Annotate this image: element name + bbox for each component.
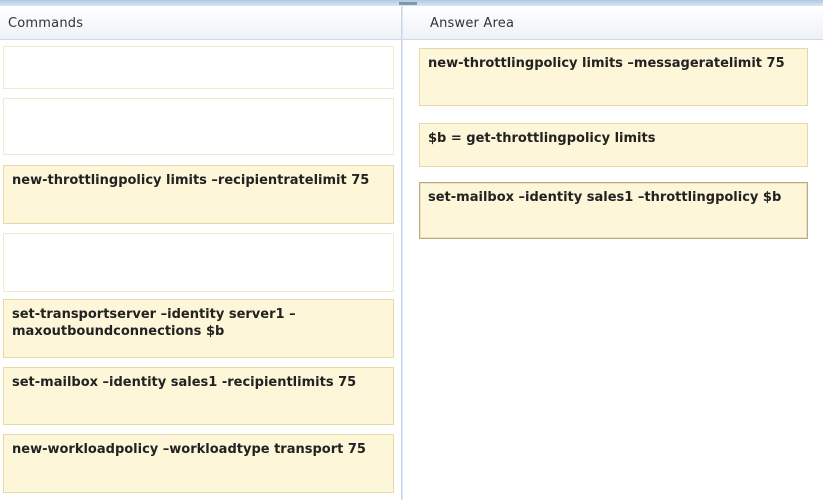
commands-pane-header: Commands — [0, 6, 401, 40]
answer-area-header: Answer Area — [403, 6, 823, 40]
command-slot-empty[interactable] — [3, 46, 394, 89]
command-tile[interactable]: new-throttlingpolicy limits –recipientra… — [3, 165, 394, 224]
command-tile[interactable]: set-transportserver –identity server1 –m… — [3, 299, 394, 358]
command-slot-empty[interactable] — [3, 98, 394, 155]
pane-divider[interactable] — [401, 6, 403, 500]
drag-drop-exercise: Commands Answer Area new-throttlingpolic… — [0, 0, 823, 500]
answer-tile[interactable]: set-mailbox –identity sales1 –throttling… — [419, 182, 808, 239]
command-tile[interactable]: new-workloadpolicy –workloadtype transpo… — [3, 434, 394, 493]
command-tile-text: new-throttlingpolicy limits –recipientra… — [12, 173, 370, 188]
answer-tile-text: set-mailbox –identity sales1 –throttling… — [428, 190, 782, 205]
answer-area-title: Answer Area — [430, 16, 515, 31]
command-slot-empty[interactable] — [3, 233, 394, 292]
command-tile-text: set-mailbox –identity sales1 -recipientl… — [12, 375, 357, 390]
command-tile-text: set-transportserver –identity server1 –m… — [12, 307, 296, 339]
splitter-grip-icon[interactable] — [399, 2, 417, 5]
answer-tile-text: $b = get-throttlingpolicy limits — [428, 131, 656, 146]
command-tile[interactable]: set-mailbox –identity sales1 -recipientl… — [3, 367, 394, 425]
command-tile-text: new-workloadpolicy –workloadtype transpo… — [12, 442, 366, 457]
answer-tile[interactable]: $b = get-throttlingpolicy limits — [419, 123, 808, 167]
answer-tile-text: new-throttlingpolicy limits –messagerate… — [428, 56, 785, 71]
commands-pane-title: Commands — [8, 16, 84, 31]
answer-tile[interactable]: new-throttlingpolicy limits –messagerate… — [419, 48, 808, 106]
